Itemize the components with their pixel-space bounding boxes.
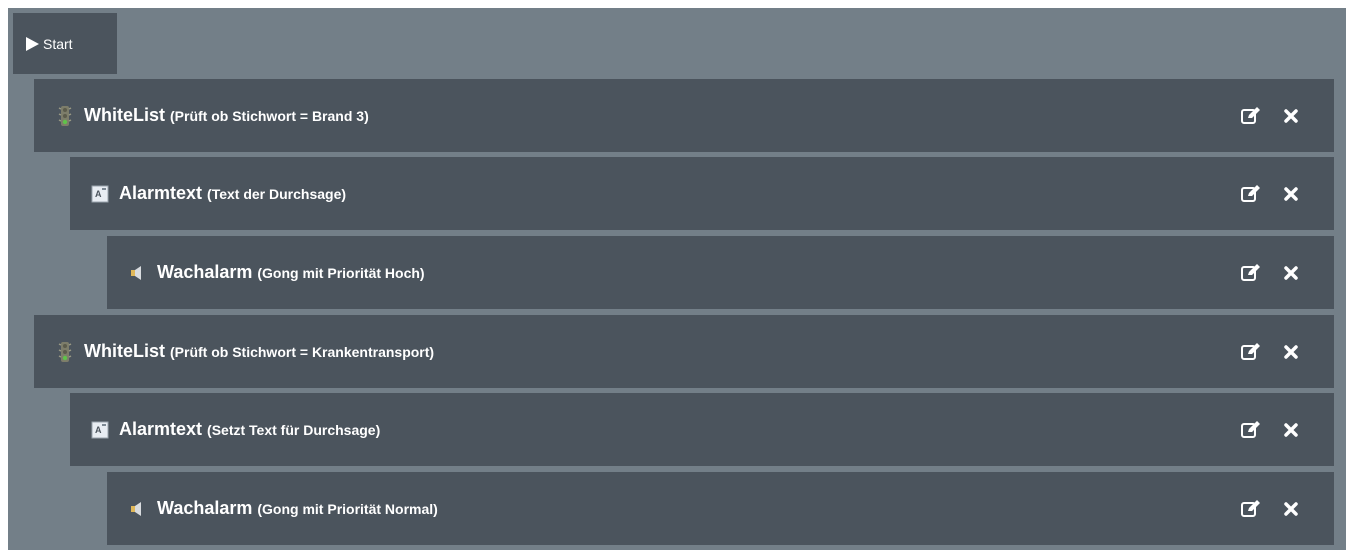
workflow-step-wachalarm[interactable]: Wachalarm (Gong mit Priorität Normal): [107, 472, 1334, 545]
traffic-light-icon: [54, 341, 76, 363]
step-description: (Gong mit Priorität Normal): [257, 500, 438, 517]
step-title: WhiteList: [84, 341, 165, 361]
edit-icon[interactable]: [1240, 341, 1262, 363]
svg-text:A: A: [95, 189, 102, 199]
step-title: Wachalarm: [157, 262, 253, 282]
speaker-icon: [127, 262, 149, 284]
delete-icon[interactable]: [1282, 421, 1300, 439]
delete-icon[interactable]: [1282, 107, 1300, 125]
edit-icon[interactable]: [1240, 419, 1262, 441]
edit-icon[interactable]: [1240, 262, 1262, 284]
svg-text:A: A: [95, 425, 102, 435]
speaker-icon: [127, 498, 149, 520]
start-label: Start: [43, 35, 73, 52]
edit-icon[interactable]: [1240, 183, 1262, 205]
start-button[interactable]: Start: [13, 13, 117, 74]
step-description: (Text der Durchsage): [207, 185, 347, 202]
workflow-step-wachalarm[interactable]: Wachalarm (Gong mit Priorität Hoch): [107, 236, 1334, 309]
workflow-canvas: Start WhiteList (Prüft ob Stichwort = Br…: [8, 8, 1346, 550]
step-description: (Setzt Text für Durchsage): [207, 421, 381, 438]
step-description: (Gong mit Priorität Hoch): [257, 264, 425, 281]
delete-icon[interactable]: [1282, 500, 1300, 518]
delete-icon[interactable]: [1282, 343, 1300, 361]
text-document-icon: A: [89, 419, 111, 441]
text-document-icon: A: [89, 183, 111, 205]
step-description: (Prüft ob Stichwort = Krankentransport): [170, 343, 435, 360]
step-title: Wachalarm: [157, 498, 253, 518]
step-title: Alarmtext: [119, 183, 203, 203]
edit-icon[interactable]: [1240, 105, 1262, 127]
workflow-step-whitelist[interactable]: WhiteList (Prüft ob Stichwort = Krankent…: [34, 315, 1334, 388]
delete-icon[interactable]: [1282, 185, 1300, 203]
edit-icon[interactable]: [1240, 498, 1262, 520]
step-title: Alarmtext: [119, 419, 203, 439]
traffic-light-icon: [54, 105, 76, 127]
step-title: WhiteList: [84, 105, 165, 125]
workflow-step-whitelist[interactable]: WhiteList (Prüft ob Stichwort = Brand 3): [34, 79, 1334, 152]
workflow-step-alarmtext[interactable]: A Alarmtext (Setzt Text für Durchsage): [70, 393, 1334, 466]
step-description: (Prüft ob Stichwort = Brand 3): [170, 107, 369, 124]
play-icon: [26, 36, 39, 51]
delete-icon[interactable]: [1282, 264, 1300, 282]
workflow-step-alarmtext[interactable]: A Alarmtext (Text der Durchsage): [70, 157, 1334, 230]
